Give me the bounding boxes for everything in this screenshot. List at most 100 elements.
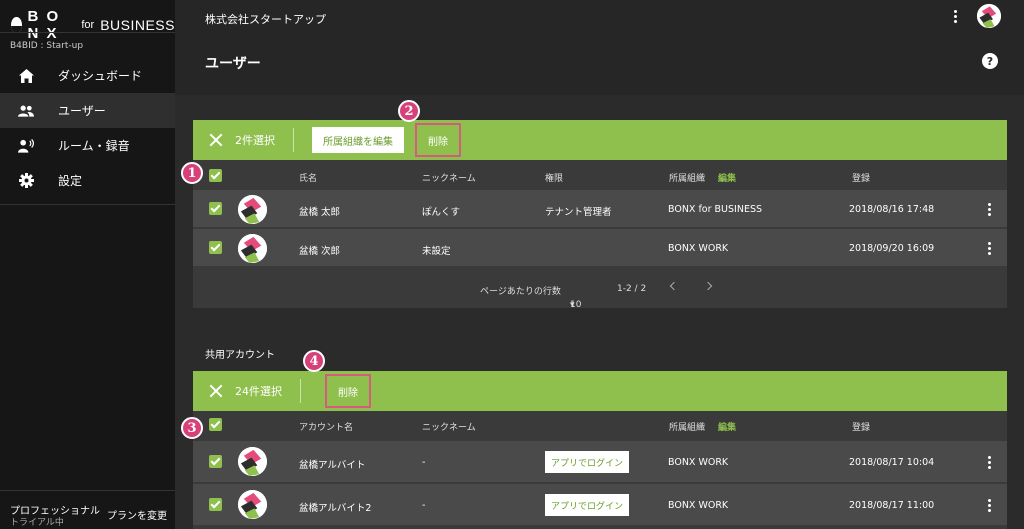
sidebar-item-rooms[interactable]: ルーム・録音 (0, 128, 175, 163)
account-name: 盆橋アルバイト (299, 460, 366, 471)
column-nickname: ニックネーム (422, 423, 476, 433)
close-icon[interactable] (209, 133, 223, 147)
user-nickname: ぽんくす (422, 207, 461, 218)
next-page-icon[interactable] (703, 281, 711, 289)
selection-bar: 24件選択 削除 (193, 371, 1007, 411)
column-org: 所属組織 (669, 423, 706, 433)
sidebar-item-label: ユーザー (58, 104, 106, 118)
avatar (238, 490, 267, 519)
pagination: ページあたりの行数 10 ▾ 1-2 / 2 (193, 268, 1007, 310)
avatar (238, 195, 267, 224)
row-menu-icon[interactable] (983, 499, 995, 512)
sidebar-item-dashboard[interactable]: ダッシュボード (0, 58, 175, 93)
row-menu-icon[interactable] (983, 242, 995, 255)
sidebar-item-users[interactable]: ユーザー (0, 93, 175, 128)
user-org: BONX WORK (668, 243, 729, 254)
table-row[interactable]: 盆橋 次郎 未設定 BONX WORK 2018/09/20 16:09 (193, 229, 1007, 267)
account-registered: 2018/08/17 11:00 (849, 500, 935, 511)
table-row[interactable]: 盆橋アルバイト - アプリでログイン BONX WORK 2018/08/17 … (193, 441, 1007, 483)
row-menu-icon[interactable] (983, 456, 995, 469)
delete-button[interactable]: 削除 (325, 374, 371, 408)
avatar (238, 447, 267, 476)
column-name: 氏名 (299, 174, 318, 184)
company-name: 株式会社スタートアップ (205, 13, 326, 26)
sidebar-item-label: ダッシュボード (58, 69, 143, 83)
column-org: 所属組織 (669, 174, 706, 184)
account-avatar[interactable] (977, 4, 1001, 28)
room-icon (18, 138, 34, 154)
select-all-checkbox[interactable] (209, 418, 222, 431)
annotation-badge-4: 4 (303, 350, 325, 372)
account-nickname: - (422, 457, 426, 468)
caret-down-icon: ▾ (570, 300, 575, 310)
brand-business: BUSINESS (100, 17, 175, 33)
selected-count: 24件選択 (235, 385, 282, 398)
table-header: 氏名 ニックネーム 権限 所属組織 編集 登録 (193, 160, 1007, 190)
page-range: 1-2 / 2 (617, 284, 647, 294)
sidebar: B O N X for BUSINESS B4BID : Start-up ダッ… (0, 0, 175, 529)
row-checkbox[interactable] (209, 241, 222, 254)
help-icon[interactable]: ? (982, 53, 998, 69)
user-org: BONX for BUSINESS (668, 204, 763, 215)
table-row[interactable]: 盆橋アルバイト2 - アプリでログイン BONX WORK 2018/08/17… (193, 484, 1007, 526)
app-login-button[interactable]: アプリでログイン (545, 451, 630, 473)
table-row[interactable]: 盆橋 太郎 ぽんくす テナント管理者 BONX for BUSINESS 201… (193, 190, 1007, 228)
column-nickname: ニックネーム (422, 174, 476, 184)
prev-page-icon[interactable] (669, 281, 677, 289)
column-role: 権限 (545, 174, 564, 184)
change-plan-button[interactable]: プランを変更 (107, 507, 167, 522)
divider (293, 128, 294, 152)
app-login-button[interactable]: アプリでログイン (545, 494, 630, 516)
column-account-name: アカウント名 (299, 423, 354, 433)
edit-org-link[interactable]: 編集 (718, 420, 736, 433)
sidebar-nav: ダッシュボード ユーザー ルーム・録音 設定 (0, 58, 175, 198)
sidebar-item-label: ルーム・録音 (58, 139, 130, 153)
user-registered: 2018/08/16 17:48 (849, 204, 935, 215)
row-checkbox[interactable] (209, 498, 222, 511)
home-icon (18, 68, 34, 84)
select-all-checkbox[interactable] (209, 169, 222, 182)
topbar: 株式会社スタートアップ ユーザー ? (175, 0, 1024, 95)
table-header: アカウント名 ニックネーム 所属組織 編集 登録 (193, 411, 1007, 441)
account-nickname: - (422, 500, 426, 511)
annotation-badge-3: 3 (181, 417, 203, 439)
section-title: 共用アカウント (205, 350, 275, 361)
row-checkbox[interactable] (209, 202, 222, 215)
plan-status: トライアル中 (10, 518, 64, 528)
user-name: 盆橋 次郎 (299, 246, 341, 257)
user-nickname: 未設定 (422, 246, 451, 257)
delete-button[interactable]: 削除 (415, 123, 461, 157)
avatar (238, 234, 267, 263)
sidebar-item-settings[interactable]: 設定 (0, 163, 175, 198)
edit-org-link[interactable]: 編集 (718, 171, 736, 184)
user-role: テナント管理者 (545, 207, 612, 218)
sidebar-item-label: 設定 (58, 174, 83, 188)
more-menu-icon[interactable] (949, 10, 961, 23)
row-checkbox[interactable] (209, 455, 222, 468)
page-title: ユーザー (205, 56, 261, 72)
divider (0, 204, 175, 205)
people-icon (18, 103, 34, 119)
shared-panel: 24件選択 削除 アカウント名 ニックネーム 所属組織 編集 登録 盆橋アルバイ… (193, 371, 1007, 529)
account-name: 盆橋アルバイト2 (299, 503, 372, 514)
user-name: 盆橋 太郎 (299, 207, 341, 218)
account-org: BONX WORK (668, 500, 729, 511)
column-registered: 登録 (852, 423, 871, 433)
plan-box: プロフェッショナル トライアル中 プランを変更 (0, 490, 175, 529)
brand-for: for (81, 19, 95, 31)
row-menu-icon[interactable] (983, 203, 995, 216)
close-icon[interactable] (209, 384, 223, 398)
divider (300, 379, 301, 403)
selection-bar: 2件選択 所属組織を編集 削除 (193, 120, 1007, 160)
account-registered: 2018/08/17 10:04 (849, 457, 935, 468)
org-name: B4BID : Start-up (10, 41, 84, 51)
user-registered: 2018/09/20 16:09 (849, 243, 935, 254)
brand-logo[interactable]: B O N X for BUSINESS (11, 8, 175, 42)
edit-org-button[interactable]: 所属組織を編集 (312, 127, 404, 153)
divider (0, 32, 175, 33)
brand-name: B O N X (27, 8, 61, 42)
users-panel: 2件選択 所属組織を編集 削除 氏名 ニックネーム 権限 所属組織 編集 登録 … (193, 120, 1007, 310)
annotation-badge-2: 2 (398, 100, 420, 122)
logo-mark-icon (11, 17, 22, 33)
gear-icon (18, 173, 34, 189)
